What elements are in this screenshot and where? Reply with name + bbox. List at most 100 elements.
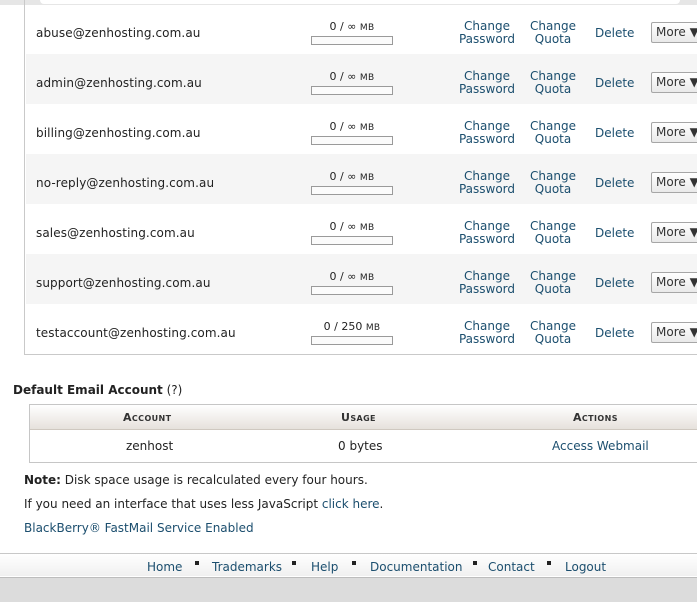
change-quota-link[interactable]: Change Quota — [528, 320, 578, 346]
usage-used: 0 — [329, 170, 337, 183]
change-password-link[interactable]: Change Password — [458, 120, 516, 146]
change-quota-link[interactable]: Change Quota — [528, 220, 578, 246]
usage-unit: MB — [359, 223, 375, 233]
footer-logout-link[interactable]: Logout — [565, 560, 606, 574]
more-dropdown-button[interactable]: More ▼ — [651, 22, 697, 43]
change-password-link[interactable]: Change Password — [458, 220, 516, 246]
footer-documentation-link[interactable]: Documentation — [370, 560, 463, 574]
change-password-line2: Password — [458, 182, 516, 196]
usage-bar — [311, 336, 393, 345]
change-password-link[interactable]: Change Password — [458, 320, 516, 346]
footer-separator — [473, 561, 477, 565]
delete-link[interactable]: Delete — [595, 76, 634, 90]
change-quota-line2: Quota — [534, 182, 572, 196]
usage-used: 0 — [329, 20, 337, 33]
usage-unit: MB — [359, 23, 375, 33]
account-email: admin@zenhosting.com.au — [36, 76, 202, 90]
usage-quota: ∞ — [347, 220, 357, 233]
change-quota-link[interactable]: Change Quota — [528, 170, 578, 196]
footer-separator — [547, 561, 551, 565]
change-password-line2: Password — [458, 32, 516, 46]
change-quota-line2: Quota — [534, 82, 572, 96]
default-account-header: Account Usage Actions — [30, 405, 697, 430]
delete-link[interactable]: Delete — [595, 226, 634, 240]
note-text: Disk space usage is recalculated every f… — [60, 473, 368, 487]
usage-bar — [311, 236, 393, 245]
change-password-line2: Password — [458, 132, 516, 146]
click-here-link[interactable]: click here — [322, 497, 380, 511]
default-account-usage: 0 bytes — [338, 439, 383, 453]
usage-used: 0 — [329, 70, 337, 83]
default-account-title: Default Email Account (?) — [13, 383, 183, 397]
delete-link[interactable]: Delete — [595, 126, 634, 140]
change-password-link[interactable]: Change Password — [458, 170, 516, 196]
footer-trademarks-link[interactable]: Trademarks — [212, 560, 282, 574]
header-account: Account — [123, 411, 172, 424]
account-row: sales@zenhosting.com.au 0 / ∞ MB Change Pas… — [26, 204, 697, 254]
account-row: support@zenhosting.com.au 0 / ∞ MB Change P… — [26, 254, 697, 304]
delete-link[interactable]: Delete — [595, 26, 634, 40]
change-password-line2: Password — [458, 82, 516, 96]
change-quota-line2: Quota — [534, 132, 572, 146]
change-quota-line2: Quota — [534, 32, 572, 46]
header-usage: Usage — [341, 411, 376, 424]
delete-link[interactable]: Delete — [595, 276, 634, 290]
usage-unit: MB — [359, 173, 375, 183]
footer-separator — [195, 561, 199, 565]
help-link[interactable]: (?) — [167, 383, 183, 397]
account-email: abuse@zenhosting.com.au — [36, 26, 201, 40]
usage-quota: ∞ — [347, 20, 357, 33]
delete-link[interactable]: Delete — [595, 326, 634, 340]
change-password-link[interactable]: Change Password — [458, 270, 516, 296]
low-js-end: . — [379, 497, 384, 511]
usage-unit: MB — [359, 73, 375, 83]
more-dropdown-button[interactable]: More ▼ — [651, 172, 697, 193]
default-account-table: Account Usage Actions zenhost 0 bytes Ac… — [29, 404, 697, 463]
access-webmail-link[interactable]: Access Webmail — [552, 439, 649, 453]
more-dropdown-button[interactable]: More ▼ — [651, 72, 697, 93]
change-quota-line2: Quota — [534, 332, 572, 346]
account-email: no-reply@zenhosting.com.au — [36, 176, 215, 190]
change-password-link[interactable]: Change Password — [458, 20, 516, 46]
email-accounts-list: abuse@zenhosting.com.au 0 / ∞ MB Change Pas… — [24, 0, 697, 355]
account-usage: 0 / ∞ MB — [329, 70, 375, 83]
footer-contact-link[interactable]: Contact — [488, 560, 535, 574]
blackberry-fastmail-link[interactable]: BlackBerry® FastMail Service Enabled — [24, 521, 254, 535]
more-dropdown-button[interactable]: More ▼ — [651, 322, 697, 343]
footer-help-link[interactable]: Help — [311, 560, 338, 574]
change-quota-link[interactable]: Change Quota — [528, 120, 578, 146]
more-dropdown-button[interactable]: More ▼ — [651, 272, 697, 293]
usage-quota: ∞ — [347, 70, 357, 83]
change-password-link[interactable]: Change Password — [458, 70, 516, 96]
usage-bar — [311, 36, 393, 45]
account-row: admin@zenhosting.com.au 0 / ∞ MB Change Pas… — [26, 54, 697, 104]
usage-used: 0 — [329, 120, 337, 133]
change-quota-line2: Quota — [534, 282, 572, 296]
account-email: support@zenhosting.com.au — [36, 276, 211, 290]
default-account-name: zenhost — [126, 439, 174, 453]
usage-bar — [311, 86, 393, 95]
more-dropdown-button[interactable]: More ▼ — [651, 222, 697, 243]
account-email: testaccount@zenhosting.com.au — [36, 326, 236, 340]
low-js-text: If you need an interface that uses less … — [24, 497, 322, 511]
account-usage: 0 / ∞ MB — [329, 270, 375, 283]
usage-bar — [311, 136, 393, 145]
change-quota-link[interactable]: Change Quota — [528, 20, 578, 46]
change-quota-link[interactable]: Change Quota — [528, 270, 578, 296]
account-usage: 0 / ∞ MB — [329, 20, 375, 33]
account-usage: 0 / ∞ MB — [329, 170, 375, 183]
usage-used: 0 — [329, 270, 337, 283]
change-quota-link[interactable]: Change Quota — [528, 70, 578, 96]
note-label: Note: — [24, 473, 61, 487]
header-actions: Actions — [573, 411, 618, 424]
more-dropdown-button[interactable]: More ▼ — [651, 122, 697, 143]
usage-quota: ∞ — [347, 120, 357, 133]
account-row: testaccount@zenhosting.com.au 0 / 250 MB C… — [26, 304, 697, 354]
footer-home-link[interactable]: Home — [147, 560, 182, 574]
usage-used: 0 — [329, 220, 337, 233]
usage-quota: 250 — [341, 320, 363, 333]
account-usage: 0 / ∞ MB — [329, 220, 375, 233]
usage-bar — [311, 286, 393, 295]
delete-link[interactable]: Delete — [595, 176, 634, 190]
usage-unit: MB — [359, 273, 375, 283]
